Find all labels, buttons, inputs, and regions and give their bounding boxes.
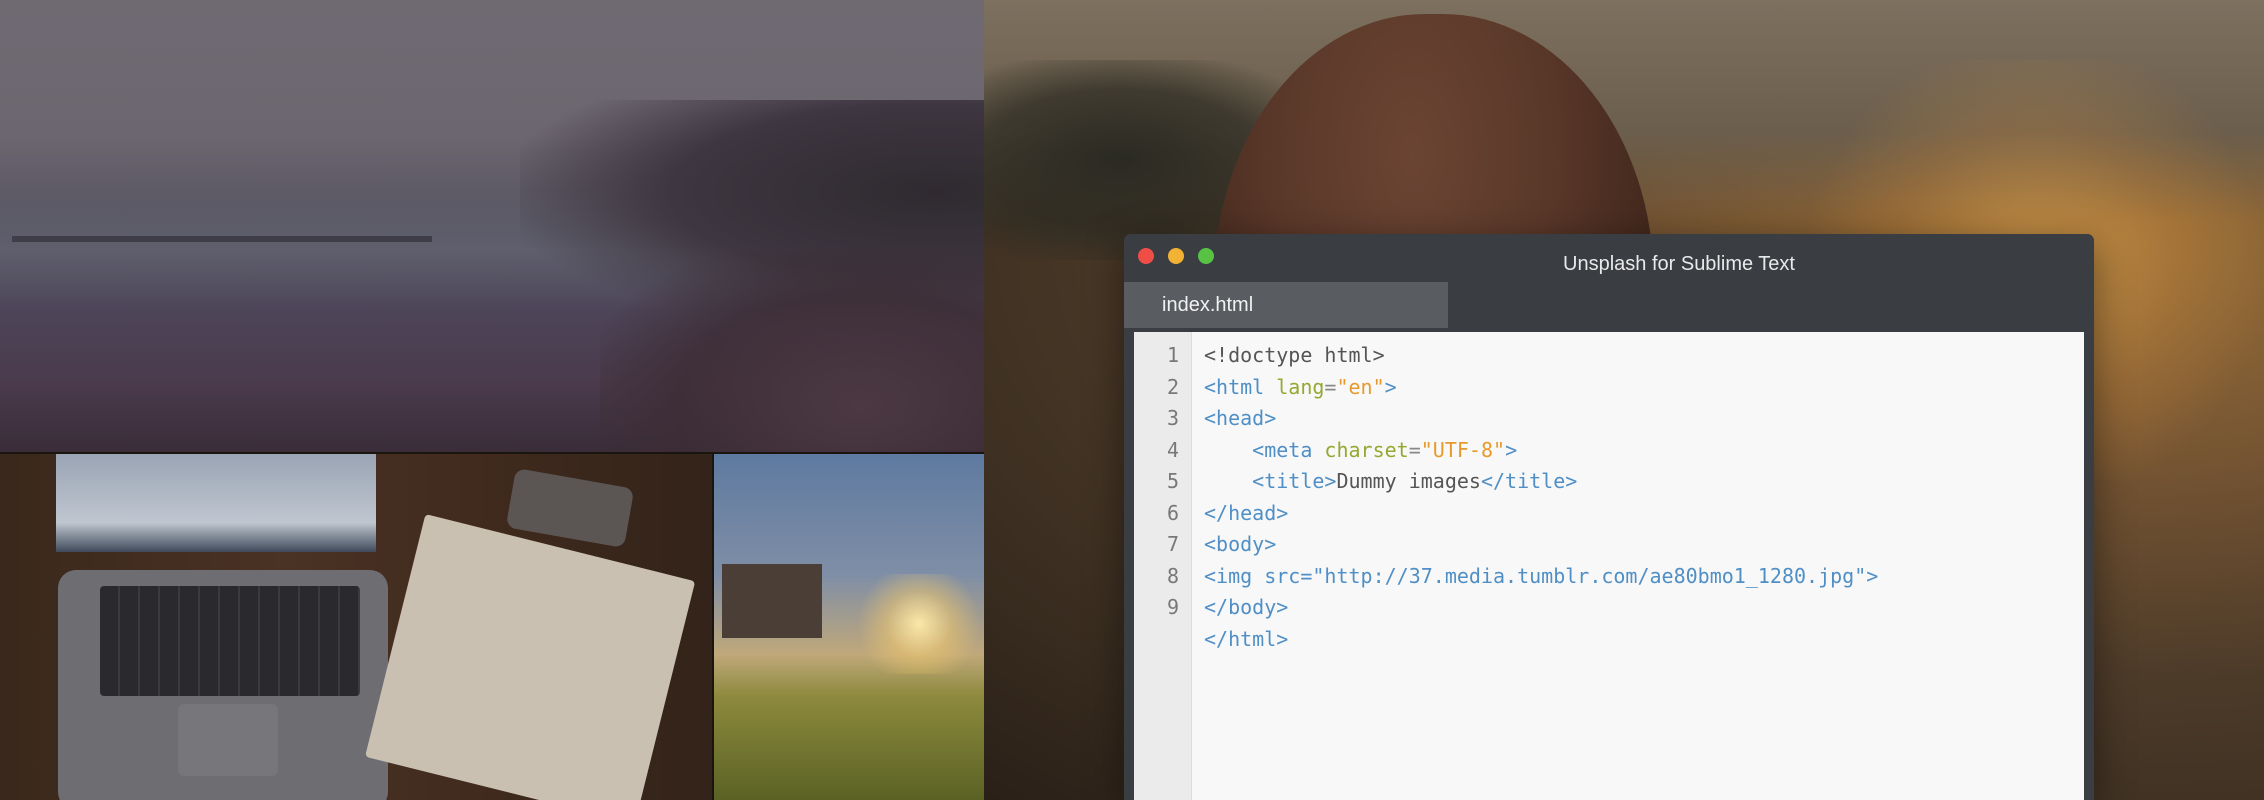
code-line: <meta charset="UTF-8"> xyxy=(1204,435,1878,467)
code-token: </body> xyxy=(1204,595,1289,619)
code-token: <!doctype html> xyxy=(1204,343,1385,367)
line-number: 4 xyxy=(1166,437,1179,462)
code-token: "en" xyxy=(1336,374,1385,399)
code-token: = xyxy=(1408,437,1421,462)
code-token: <title> xyxy=(1204,469,1337,493)
beach-photo xyxy=(0,0,984,452)
code-line: <title>Dummy images</title> xyxy=(1204,466,1878,498)
code-token: </head> xyxy=(1204,500,1289,525)
notebook xyxy=(365,514,696,800)
camera xyxy=(505,468,635,548)
field-photo xyxy=(714,454,984,800)
code-token: charset xyxy=(1324,437,1409,462)
beach-sand xyxy=(600,250,984,452)
laptop-trackpad xyxy=(178,704,278,776)
code-token: <meta xyxy=(1204,437,1325,462)
barn xyxy=(722,564,822,638)
line-number: 1 xyxy=(1166,343,1179,367)
code-token: <img src="http://37.media.tumblr.com/ae8… xyxy=(1204,563,1879,588)
code-area[interactable]: <!doctype html> <html lang="en"> <head> <m… xyxy=(1204,340,1878,655)
title-bar: Unsplash for Sublime Text xyxy=(1124,234,2094,278)
pier xyxy=(12,236,432,242)
code-token: = xyxy=(1324,374,1337,399)
code-token: <html xyxy=(1204,374,1277,399)
code-token: </title> xyxy=(1480,469,1578,493)
tab-strip: index.html xyxy=(1124,278,2094,328)
code-token: lang xyxy=(1276,374,1325,399)
line-number: 9 xyxy=(1166,595,1179,619)
window-title: Unsplash for Sublime Text xyxy=(1563,253,1795,275)
code-token: "UTF-8" xyxy=(1420,437,1506,462)
code-token: > xyxy=(1505,437,1518,462)
line-number: 6 xyxy=(1166,500,1179,525)
sun-glow xyxy=(854,574,984,674)
line-number: 8 xyxy=(1166,563,1179,588)
code-line: </body> xyxy=(1204,592,1878,624)
code-line: <html lang="en"> xyxy=(1204,372,1878,404)
line-number: 3 xyxy=(1166,406,1179,430)
laptop-keyboard xyxy=(100,586,360,696)
code-line: <head> xyxy=(1204,403,1878,435)
line-number: 2 xyxy=(1166,374,1179,399)
code-line: <!doctype html> xyxy=(1204,340,1878,372)
desk-photo xyxy=(0,454,712,800)
laptop-screen xyxy=(56,454,376,552)
code-token: </html> xyxy=(1204,626,1289,651)
line-number-gutter: 1 2 3 4 5 6 7 8 9 xyxy=(1134,332,1192,800)
code-token: <body> xyxy=(1204,532,1277,556)
tab-index-html[interactable]: index.html xyxy=(1124,282,1448,328)
code-line: <img src="http://37.media.tumblr.com/ae8… xyxy=(1204,561,1878,593)
code-token: > xyxy=(1384,374,1397,399)
code-token: Dummy images xyxy=(1336,469,1481,493)
code-token: <head> xyxy=(1204,406,1277,430)
editor-window: Unsplash for Sublime Text index.html 1 2 3… xyxy=(1124,234,2094,800)
code-line: </html> xyxy=(1204,624,1878,656)
line-number: 5 xyxy=(1166,469,1179,493)
editor-body[interactable]: 123456789 <!doctype html> <html lang="en"… xyxy=(1134,332,2084,800)
line-number: 7 xyxy=(1166,532,1179,556)
code-line: </head> xyxy=(1204,498,1878,530)
code-line: <body> xyxy=(1204,529,1878,561)
